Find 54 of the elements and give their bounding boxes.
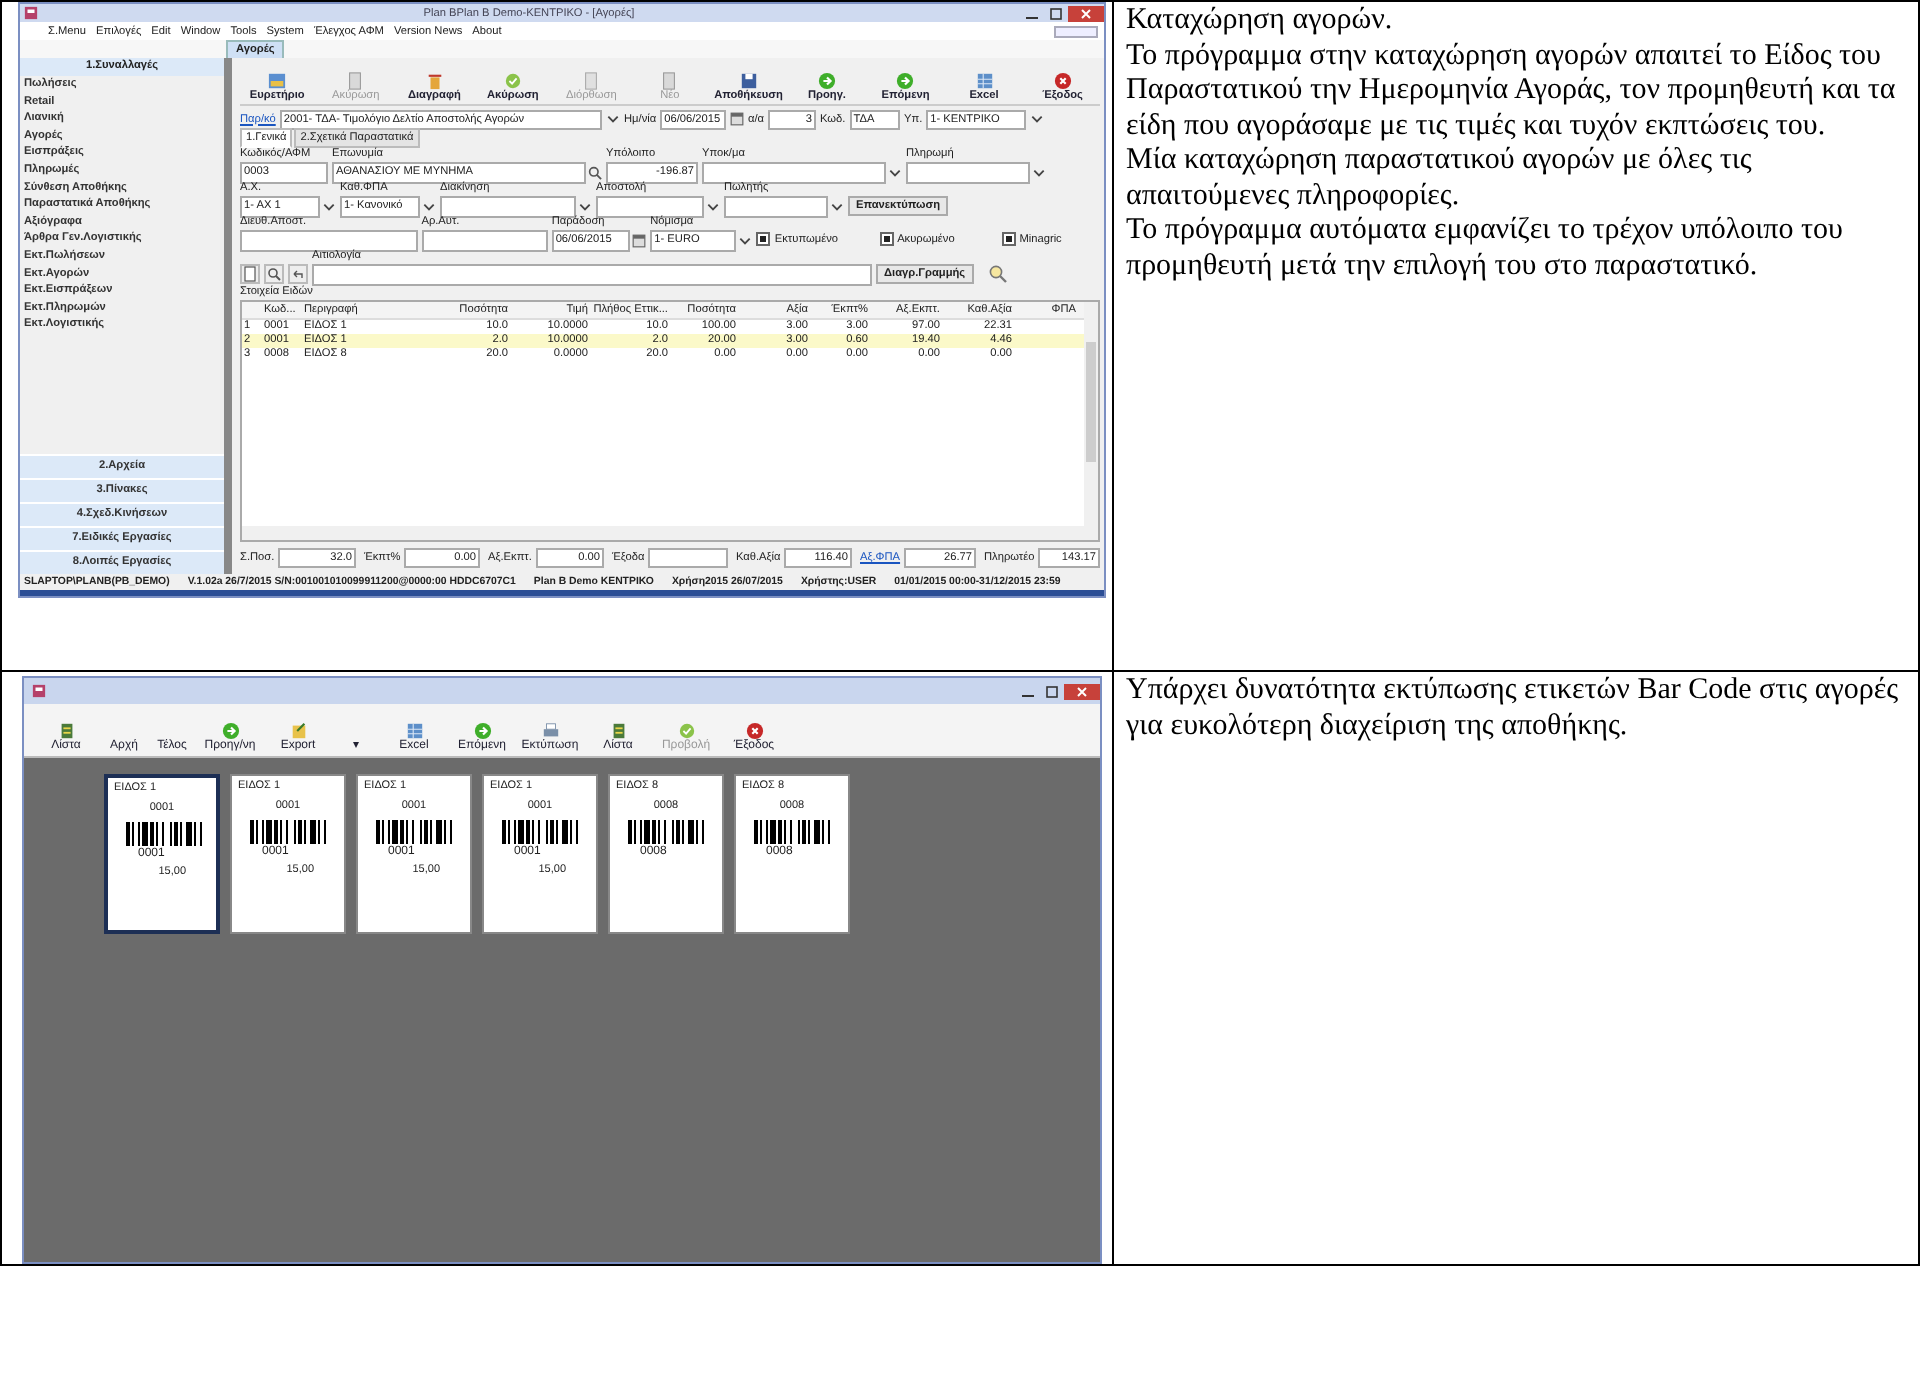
input-field[interactable] (312, 263, 872, 285)
description-paragraph: Υπάρχει δυνατότητα εκτύπωσης ετικετών Bar Code στις αγορές για ευκολότερη διαχείριση της αποθήκης. (1126, 674, 1901, 744)
barcode-drawing (126, 822, 202, 846)
vertical-scrollbar[interactable] (1084, 302, 1098, 526)
maximize-icon[interactable] (1040, 683, 1064, 699)
list-icon (57, 722, 75, 740)
barcode-drawing (628, 820, 704, 844)
input-field[interactable] (702, 161, 886, 183)
checkbox[interactable] (1001, 232, 1016, 246)
arrow-icon (896, 72, 915, 90)
close-icon[interactable] (1068, 5, 1104, 21)
search-icon[interactable] (988, 263, 1008, 283)
arrow-icon (817, 72, 836, 90)
app-icon (32, 684, 46, 698)
barcode-drawing (502, 820, 578, 844)
spreadsheet-icon (405, 722, 423, 740)
barcode-drawing (250, 820, 326, 844)
document-icon[interactable] (240, 263, 260, 283)
export-icon (289, 722, 307, 740)
grid-icon (268, 72, 287, 90)
exit-icon (1053, 72, 1072, 90)
input-field[interactable] (724, 195, 828, 217)
checkbox[interactable] (756, 232, 771, 246)
input-field[interactable] (240, 229, 418, 251)
input-field[interactable] (421, 229, 548, 251)
exit-icon (745, 722, 763, 740)
barcode-drawing (754, 820, 830, 844)
calendar-icon[interactable] (730, 112, 744, 126)
description-paragraph: Το πρόγραμμα στην καταχώρηση αγορών απαιτεί το Είδος του Παραστατικού την Ημερομηνία Αγοράς, τον προμηθευτή και τα είδη που αγοράσαμε με τις τιμές και τυχόν εκπτώσεις του. (1126, 39, 1898, 144)
barcode-drawing (376, 820, 452, 844)
horizontal-scrollbar[interactable] (242, 526, 1098, 540)
spreadsheet-icon (975, 72, 994, 90)
search-icon[interactable] (588, 165, 602, 179)
trash-icon (425, 72, 444, 90)
description-paragraph: Το πρόγραμμα αυτόματα εμφανίζει το τρέχον υπόλοιπο του προμηθευτή μετά την επιλογή του στο παραστατικό. (1126, 214, 1845, 284)
checkbox[interactable] (879, 232, 894, 246)
input-field[interactable] (440, 195, 576, 217)
close-icon[interactable] (1064, 683, 1100, 699)
printer-icon (541, 722, 559, 740)
description-paragraph: Μία καταχώρηση παραστατικού αγορών με όλες τις απαιτούμενες πληροφορίες. (1126, 144, 1754, 214)
document-icon (346, 72, 365, 90)
document-icon (582, 72, 601, 90)
list-icon (609, 722, 627, 740)
arrow-icon (473, 722, 491, 740)
search-icon[interactable] (264, 263, 284, 283)
description-paragraph: Καταχώρηση αγορών. (1126, 4, 1395, 39)
input-field[interactable] (596, 195, 704, 217)
total-field (648, 548, 728, 568)
calendar-icon[interactable] (632, 233, 647, 247)
document-icon (660, 72, 679, 90)
input-field[interactable] (906, 161, 1030, 183)
maximize-icon[interactable] (1044, 5, 1068, 21)
undo-icon[interactable] (288, 263, 308, 283)
arrow-icon (221, 722, 239, 740)
